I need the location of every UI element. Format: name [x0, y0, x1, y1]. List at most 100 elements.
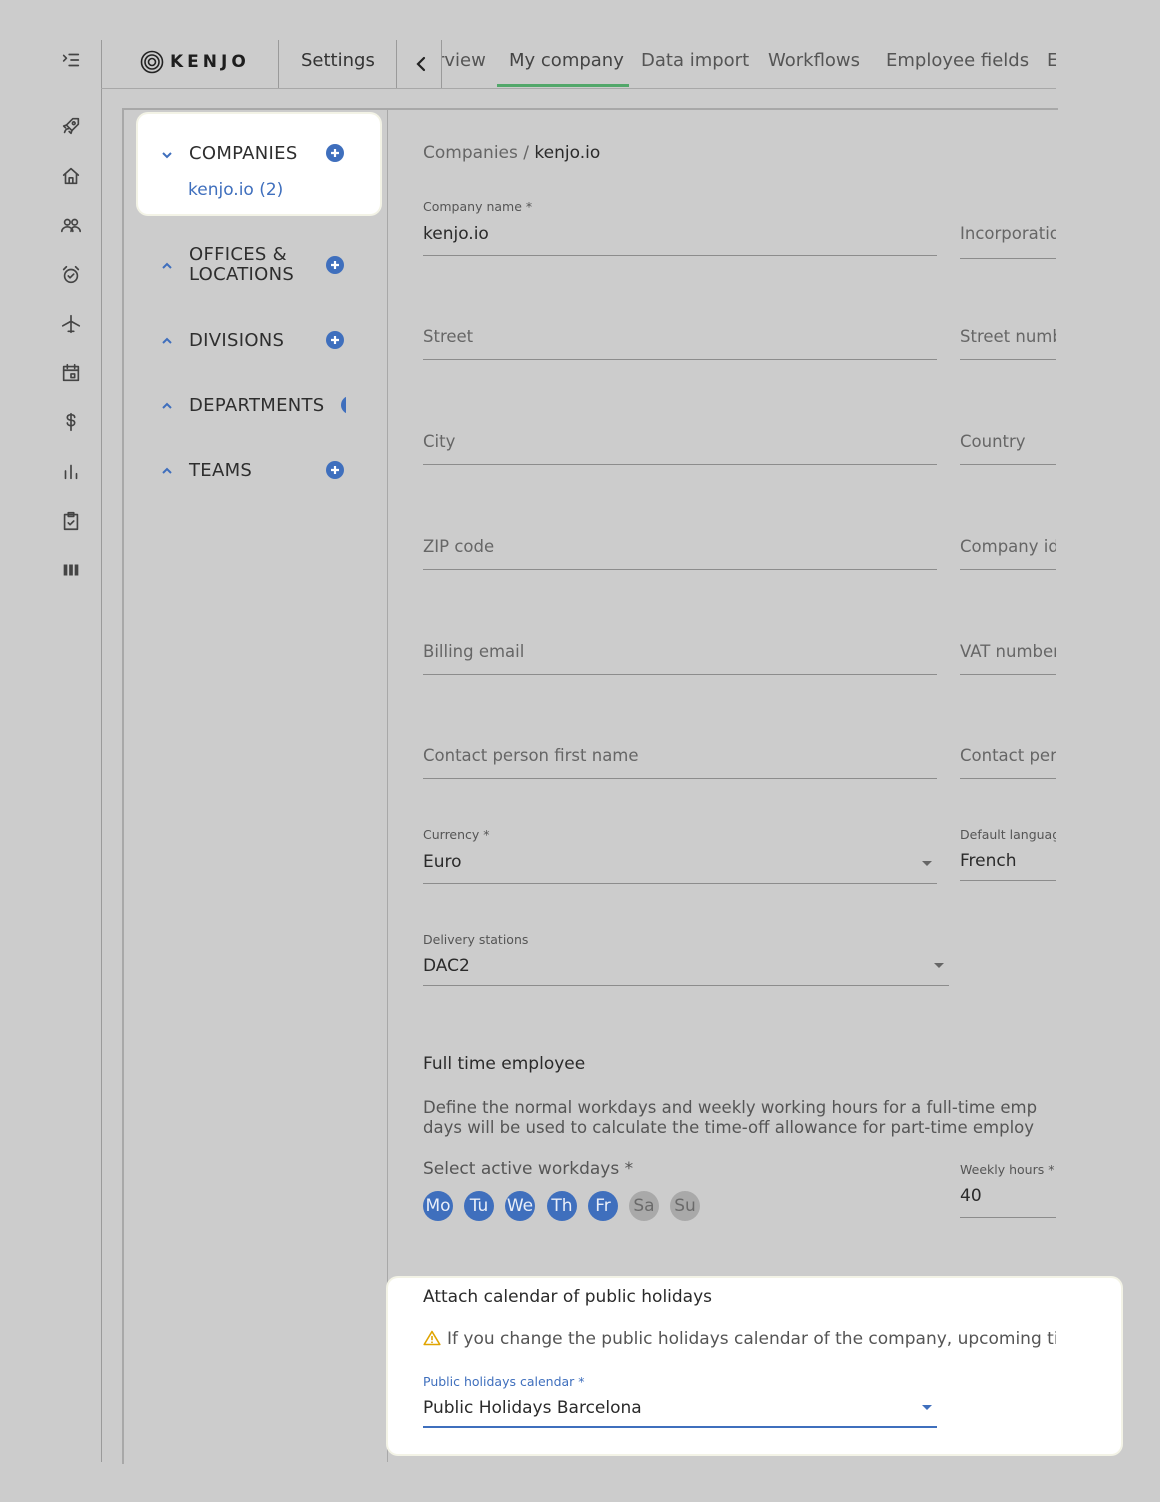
header-separator: [396, 40, 397, 88]
departments-heading[interactable]: DEPARTMENTS: [189, 395, 325, 416]
contact-first-name-field[interactable]: Contact person first name: [423, 746, 639, 765]
divisions-heading[interactable]: DIVISIONS: [189, 330, 284, 351]
tab-more[interactable]: E: [1047, 50, 1056, 71]
settings-title: Settings: [301, 50, 375, 71]
caret-down-icon[interactable]: [922, 861, 932, 866]
chevron-up-icon[interactable]: [160, 398, 174, 412]
company-item-kenjo[interactable]: kenjo.io (2): [188, 180, 283, 200]
clipboard-check-icon[interactable]: [58, 508, 84, 534]
chevron-down-icon[interactable]: [160, 147, 174, 161]
tab-overview[interactable]: rview: [441, 50, 486, 71]
tab-workflows[interactable]: Workflows: [768, 50, 860, 71]
chevron-left-icon: [416, 56, 426, 72]
add-department-button[interactable]: [341, 396, 346, 414]
day-tuesday[interactable]: Tu: [464, 1191, 494, 1221]
day-friday[interactable]: Fr: [588, 1191, 618, 1221]
holidays-calendar-label: Public holidays calendar *: [423, 1374, 585, 1389]
weekly-hours-input[interactable]: 40: [960, 1186, 1056, 1206]
add-team-button[interactable]: [326, 461, 344, 479]
columns-icon[interactable]: [58, 557, 84, 583]
currency-label: Currency *: [423, 827, 490, 842]
menu-collapse-icon[interactable]: [58, 47, 84, 73]
weekly-hours-underline: [960, 1217, 1056, 1218]
full-time-description: Define the normal workdays and weekly wo…: [423, 1098, 1056, 1138]
chevron-up-icon[interactable]: [160, 258, 174, 272]
street-number-field[interactable]: Street numb: [960, 327, 1056, 346]
default-language-select[interactable]: French: [960, 851, 1056, 871]
tabs-scroll-left-button[interactable]: [401, 40, 442, 88]
rocket-icon[interactable]: [58, 113, 84, 139]
zip-code-field[interactable]: ZIP code: [423, 537, 494, 556]
day-monday[interactable]: Mo: [423, 1191, 453, 1221]
default-language-label: Default languag: [960, 827, 1056, 842]
currency-select[interactable]: Euro: [423, 852, 462, 872]
delivery-stations-label: Delivery stations: [423, 932, 529, 947]
company-id-underline: [960, 569, 1056, 570]
company-id-field[interactable]: Company id: [960, 537, 1056, 556]
full-time-title: Full time employee: [423, 1054, 586, 1074]
vat-underline: [960, 674, 1056, 675]
day-wednesday[interactable]: We: [505, 1191, 535, 1221]
billing-email-underline: [423, 674, 937, 675]
delivery-stations-select[interactable]: DAC2: [423, 956, 470, 976]
holidays-calendar-select[interactable]: Public Holidays Barcelona: [423, 1398, 642, 1418]
street-number-underline: [960, 359, 1056, 360]
content-card: [122, 108, 1058, 1464]
vat-number-field[interactable]: VAT number: [960, 642, 1056, 661]
kenjo-logo-icon: [140, 50, 164, 74]
add-company-button[interactable]: [326, 144, 344, 162]
airplane-icon[interactable]: [58, 311, 84, 337]
contact-last-underline: [960, 778, 1056, 779]
street-field[interactable]: Street: [423, 327, 473, 346]
tab-employee-fields[interactable]: Employee fields: [886, 50, 1029, 71]
day-saturday[interactable]: Sa: [629, 1191, 659, 1221]
home-icon[interactable]: [58, 163, 84, 189]
day-sunday[interactable]: Su: [670, 1191, 700, 1221]
caret-down-icon[interactable]: [934, 963, 944, 968]
contact-first-underline: [423, 778, 937, 779]
settings-tabs: rview My company Data import Workflows E…: [441, 40, 1056, 88]
incorporation-field[interactable]: Incorporatio: [960, 224, 1056, 243]
country-underline: [960, 464, 1056, 465]
add-division-button[interactable]: [326, 331, 344, 349]
breadcrumb-current: kenjo.io: [534, 143, 601, 163]
incorporation-underline: [960, 258, 1056, 259]
company-name-label: Company name *: [423, 199, 533, 214]
street-underline: [423, 359, 937, 360]
breadcrumb-root[interactable]: Companies /: [423, 143, 534, 163]
company-name-underline: [423, 255, 937, 256]
contact-last-name-field[interactable]: Contact pers: [960, 746, 1056, 765]
offices-label-line1: OFFICES &: [189, 244, 288, 265]
full-time-description-line1: Define the normal workdays and weekly wo…: [423, 1098, 1038, 1117]
city-field[interactable]: City: [423, 432, 455, 451]
day-thursday[interactable]: Th: [547, 1191, 577, 1221]
logo-text: KENJO: [170, 52, 250, 72]
companies-heading[interactable]: COMPANIES: [189, 143, 298, 164]
city-underline: [423, 464, 937, 465]
company-name-input[interactable]: kenjo.io: [423, 224, 489, 244]
alarm-clock-icon[interactable]: [58, 262, 84, 288]
zip-underline: [423, 569, 937, 570]
country-field[interactable]: Country: [960, 432, 1056, 451]
holidays-calendar-underline: [423, 1426, 937, 1428]
kenjo-logo[interactable]: KENJO: [140, 50, 250, 74]
bar-chart-icon[interactable]: [58, 458, 84, 484]
chevron-up-icon[interactable]: [160, 333, 174, 347]
public-holidays-warning-text: If you change the public holidays calend…: [447, 1329, 1056, 1349]
header-separator: [278, 40, 279, 88]
people-icon[interactable]: [58, 212, 84, 238]
dollar-icon[interactable]: [58, 409, 84, 435]
delivery-underline: [423, 985, 949, 986]
teams-heading[interactable]: TEAMS: [189, 460, 252, 481]
chevron-up-icon[interactable]: [160, 463, 174, 477]
calendar-icon[interactable]: [58, 360, 84, 386]
add-office-button[interactable]: [326, 256, 344, 274]
tab-my-company[interactable]: My company: [509, 50, 624, 71]
billing-email-field[interactable]: Billing email: [423, 642, 524, 661]
language-underline: [960, 880, 1056, 881]
offices-locations-heading[interactable]: OFFICES & LOCATIONS: [189, 245, 294, 285]
workdays-label: Select active workdays *: [423, 1159, 634, 1179]
tab-data-import[interactable]: Data import: [641, 50, 749, 71]
full-time-description-line2: days will be used to calculate the time-…: [423, 1118, 1035, 1137]
caret-down-icon[interactable]: [922, 1405, 932, 1410]
